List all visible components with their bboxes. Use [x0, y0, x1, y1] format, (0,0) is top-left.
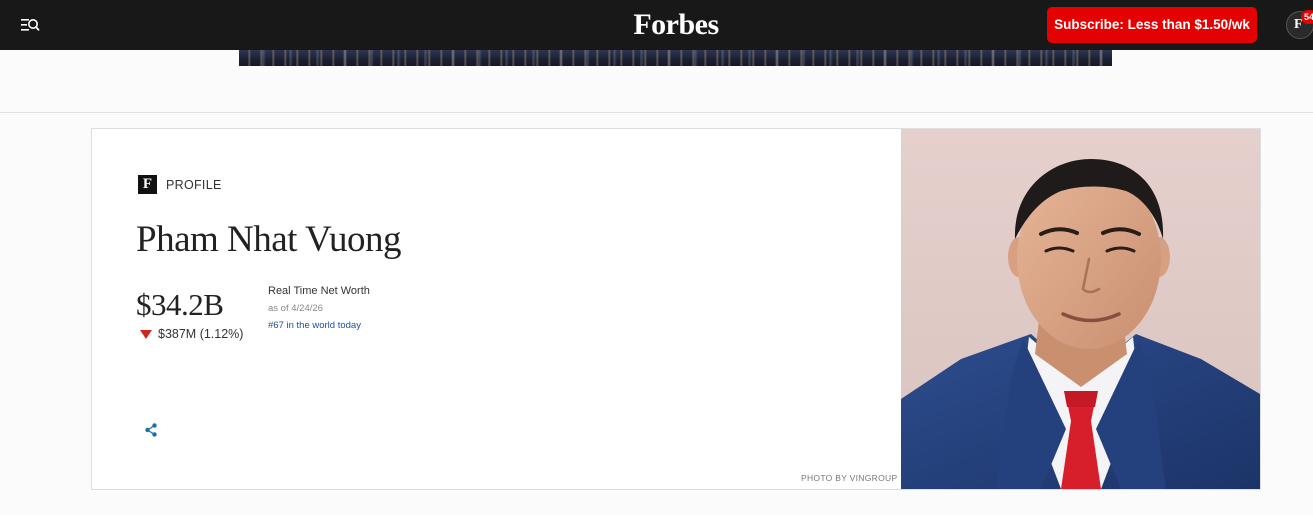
net-worth-change: $387M (1.12%): [140, 327, 243, 341]
profile-photo: [901, 129, 1260, 489]
subscribe-button[interactable]: Subscribe: Less than $1.50/wk: [1047, 7, 1257, 43]
profile-label: PROFILE: [166, 177, 222, 192]
real-time-net-worth-label: Real Time Net Worth: [268, 285, 370, 297]
photo-credit: PHOTO BY VINGROUP: [801, 473, 898, 483]
menu-search-icon[interactable]: [20, 16, 40, 34]
world-rank-link[interactable]: #67 in the world today: [268, 320, 361, 331]
share-icon[interactable]: [143, 422, 159, 438]
header-divider: [0, 112, 1313, 113]
net-worth-change-text: $387M (1.12%): [158, 327, 244, 341]
triangle-down-icon: [140, 329, 152, 339]
net-worth-date: as of 4/24/26: [268, 303, 323, 314]
profile-tag: F PROFILE: [138, 175, 222, 194]
notification-badge[interactable]: 54: [1301, 10, 1313, 24]
ad-banner-image: [239, 50, 1112, 66]
net-worth-value: $34.2B: [136, 287, 224, 322]
person-name: Pham Nhat Vuong: [136, 219, 402, 260]
forbes-logo[interactable]: Forbes: [600, 6, 752, 44]
forbes-f-icon: F: [138, 175, 157, 194]
ad-banner[interactable]: [239, 50, 1112, 66]
